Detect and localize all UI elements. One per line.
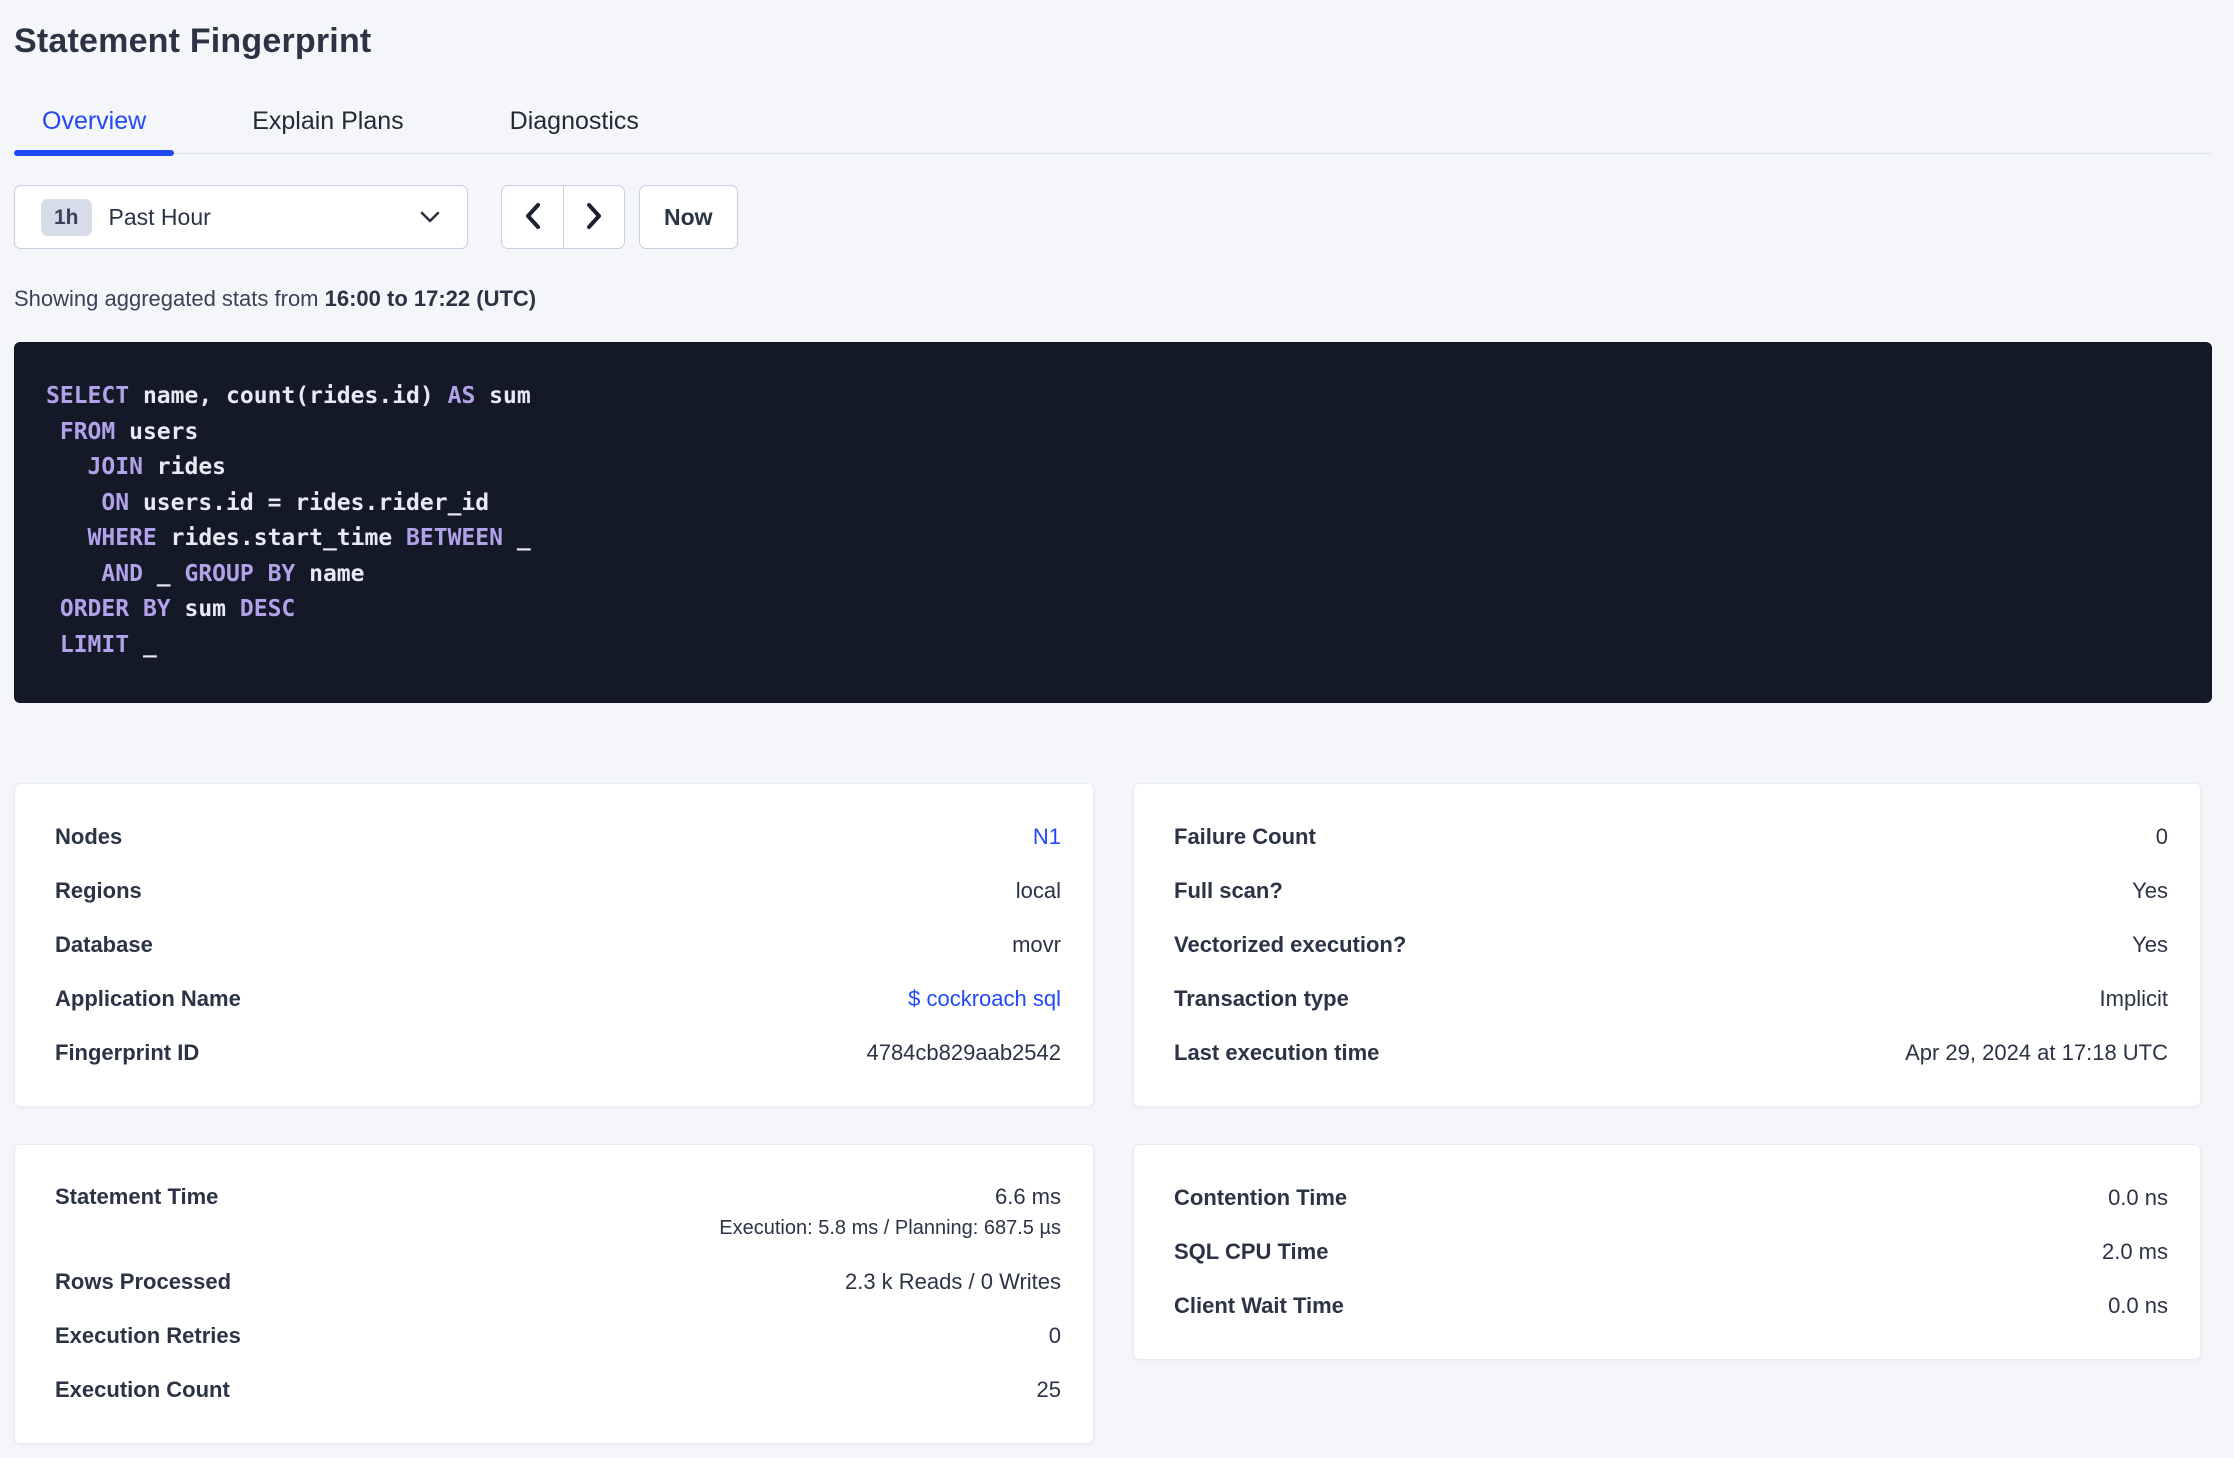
row-label: Rows Processed bbox=[55, 1269, 232, 1294]
card-row: Execution Retries 0 bbox=[55, 1309, 1061, 1363]
stats-cards-grid: Nodes N1 Regions local Database movr Applicati… bbox=[14, 783, 2212, 1444]
chevron-down-icon bbox=[419, 210, 441, 224]
card-row: Execution Count 25 bbox=[55, 1363, 1061, 1417]
card-statement-timings: Statement Time 6.6 ms Execution: 5.8 ms / … bbox=[14, 1144, 1094, 1444]
aggregated-stats-summary: Showing aggregated stats from 16:00 to 1… bbox=[14, 286, 2212, 312]
row-label: Execution Count bbox=[55, 1377, 230, 1402]
row-label: Execution Retries bbox=[55, 1323, 241, 1348]
next-time-button[interactable] bbox=[563, 185, 625, 249]
statement-fingerprint-page: Statement Fingerprint Overview Explain P… bbox=[0, 0, 2234, 1444]
time-range-selector[interactable]: 1h Past Hour bbox=[14, 185, 468, 249]
tab-overview[interactable]: Overview bbox=[14, 107, 175, 156]
time-range-badge: 1h bbox=[41, 198, 92, 236]
page-title: Statement Fingerprint bbox=[14, 22, 372, 60]
row-value: Implicit bbox=[2099, 986, 2168, 1011]
row-label: Regions bbox=[55, 878, 142, 903]
row-label: Nodes bbox=[55, 824, 123, 849]
stats-summary-prefix: Showing aggregated stats from bbox=[14, 286, 325, 311]
card-row: Rows Processed 2.3 k Reads / 0 Writes bbox=[55, 1255, 1061, 1309]
card-row: Nodes N1 bbox=[55, 810, 1061, 864]
row-value: 2.3 k Reads / 0 Writes bbox=[844, 1269, 1061, 1294]
row-subvalue: Execution: 5.8 ms / Planning: 687.5 µs bbox=[719, 1217, 1061, 1239]
row-value: movr bbox=[1012, 932, 1061, 957]
card-row: Failure Count 0 bbox=[1174, 810, 2168, 864]
stats-summary-range: 16:00 to 17:22 (UTC) bbox=[324, 286, 537, 311]
card-row: SQL CPU Time 2.0 ms bbox=[1174, 1225, 2168, 1279]
time-step-buttons bbox=[501, 185, 625, 249]
previous-time-button[interactable] bbox=[501, 185, 563, 249]
row-label: Contention Time bbox=[1174, 1185, 1348, 1210]
card-row: Regions local bbox=[55, 864, 1061, 918]
card-wait-timings: Contention Time 0.0 ns SQL CPU Time 2.0 ms C… bbox=[1133, 1144, 2201, 1360]
card-row: Application Name $ cockroach sql bbox=[55, 972, 1061, 1026]
row-value: 25 bbox=[1036, 1377, 1061, 1402]
tab-bar: Overview Explain Plans Diagnostics bbox=[14, 107, 2212, 156]
card-execution-attributes: Failure Count 0 Full scan? Yes Vectorized ex… bbox=[1133, 783, 2201, 1107]
row-value: 0 bbox=[2155, 824, 2168, 849]
card-row: Client Wait Time 0.0 ns bbox=[1174, 1279, 2168, 1333]
card-row: Statement Time 6.6 ms Execution: 5.8 ms / … bbox=[55, 1171, 1061, 1255]
row-value: 2.0 ms bbox=[2101, 1239, 2168, 1264]
sql-statement-block: SELECT name, count(rides.id) AS sum FROM… bbox=[14, 342, 2212, 703]
row-value-link[interactable]: N1 bbox=[1033, 824, 1061, 850]
tab-diagnostics[interactable]: Diagnostics bbox=[482, 107, 667, 153]
row-value-link[interactable]: $ cockroach sql bbox=[908, 986, 1061, 1012]
card-row: Contention Time 0.0 ns bbox=[1174, 1171, 2168, 1225]
time-range-label: Past Hour bbox=[108, 203, 211, 230]
row-label: Vectorized execution? bbox=[1174, 932, 1407, 957]
card-statement-details: Nodes N1 Regions local Database movr Applicati… bbox=[14, 783, 1094, 1107]
sql-code: SELECT name, count(rides.id) AS sum FROM… bbox=[46, 383, 531, 658]
row-value: 6.6 ms bbox=[994, 1184, 1061, 1209]
now-button[interactable]: Now bbox=[639, 185, 738, 249]
card-row: Transaction type Implicit bbox=[1174, 972, 2168, 1026]
row-label: SQL CPU Time bbox=[1174, 1239, 1329, 1264]
row-label: Transaction type bbox=[1174, 986, 1349, 1011]
row-label: Last execution time bbox=[1174, 1040, 1380, 1065]
chevron-right-icon bbox=[584, 201, 604, 234]
row-value: 0 bbox=[1048, 1323, 1061, 1348]
row-label: Statement Time bbox=[55, 1184, 219, 1209]
tab-explain-plans[interactable]: Explain Plans bbox=[224, 107, 431, 153]
card-row: Database movr bbox=[55, 918, 1061, 972]
row-value: Apr 29, 2024 at 17:18 UTC bbox=[1905, 1040, 2168, 1065]
row-label: Database bbox=[55, 932, 153, 957]
row-value: local bbox=[1015, 878, 1061, 903]
chevron-left-icon bbox=[523, 201, 543, 234]
time-toolbar: 1h Past Hour Now bbox=[14, 185, 2212, 249]
card-row: Vectorized execution? Yes bbox=[1174, 918, 2168, 972]
row-value: 0.0 ns bbox=[2108, 1293, 2168, 1318]
row-value: Yes bbox=[2132, 878, 2168, 903]
row-label: Client Wait Time bbox=[1174, 1293, 1344, 1318]
card-row: Last execution time Apr 29, 2024 at 17:18… bbox=[1174, 1026, 2168, 1080]
row-label: Fingerprint ID bbox=[55, 1040, 200, 1065]
card-row: Full scan? Yes bbox=[1174, 864, 2168, 918]
row-value: 0.0 ns bbox=[2108, 1185, 2168, 1210]
row-value: Yes bbox=[2132, 932, 2168, 957]
row-value: 4784cb829aab2542 bbox=[866, 1040, 1061, 1065]
row-label: Full scan? bbox=[1174, 878, 1283, 903]
row-label: Failure Count bbox=[1174, 824, 1316, 849]
row-label: Application Name bbox=[55, 986, 241, 1011]
card-row: Fingerprint ID 4784cb829aab2542 bbox=[55, 1026, 1061, 1080]
